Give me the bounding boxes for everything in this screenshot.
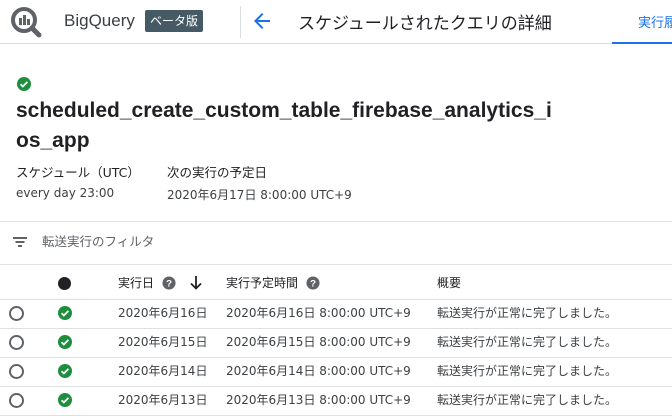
help-icon[interactable]: ? [306, 275, 320, 290]
check-circle-icon [58, 306, 72, 320]
row-select-radio[interactable] [9, 335, 24, 350]
summary-cell: 転送実行が正常に完了しました。 [437, 306, 618, 320]
status-column-icon [58, 277, 71, 290]
schedule-value: every day 23:00 [16, 186, 115, 200]
row-select-radio[interactable] [9, 393, 24, 408]
table-row[interactable]: 2020年6月13日 2020年6月13日 8:00:00 UTC+9 転送実行… [0, 387, 672, 416]
run-date-cell: 2020年6月13日 [118, 393, 208, 407]
page-title: スケジュールされたクエリの詳細 [298, 14, 552, 34]
column-header-run-date-label: 実行日 [118, 276, 155, 290]
table-row[interactable]: 2020年6月16日 2020年6月16日 8:00:00 UTC+9 転送実行… [0, 300, 672, 329]
table-header: 実行日 ? 実行予定時間 ? 概要 [0, 264, 672, 300]
column-header-summary-label: 概要 [437, 276, 462, 290]
check-circle-icon [58, 335, 72, 349]
svg-text:?: ? [310, 278, 316, 289]
bigquery-logo-icon[interactable] [10, 6, 42, 38]
scheduled-time-cell: 2020年6月15日 8:00:00 UTC+9 [226, 335, 411, 349]
run-history-table: 2020年6月16日 2020年6月16日 8:00:00 UTC+9 転送実行… [0, 300, 672, 416]
arrow-downward-icon[interactable] [188, 274, 204, 292]
run-date-cell: 2020年6月14日 [118, 364, 208, 378]
filter-list-icon [13, 237, 27, 247]
row-select-radio[interactable] [9, 364, 24, 379]
section-divider [0, 221, 672, 222]
help-icon[interactable]: ? [162, 275, 176, 290]
tab-run-history[interactable]: 実行履歴 [612, 0, 672, 44]
row-select-radio[interactable] [9, 306, 24, 321]
next-run-label: 次の実行の予定日 [167, 165, 268, 180]
summary-cell: 転送実行が正常に完了しました。 [437, 393, 618, 407]
run-date-cell: 2020年6月16日 [118, 306, 208, 320]
product-name: BigQuery [64, 11, 135, 30]
column-header-summary: 概要 [437, 265, 461, 301]
summary-cell: 転送実行が正常に完了しました。 [437, 335, 618, 349]
scheduled-time-cell: 2020年6月16日 8:00:00 UTC+9 [226, 306, 411, 320]
scheduled-time-cell: 2020年6月13日 8:00:00 UTC+9 [226, 393, 411, 407]
next-run-value: 2020年6月17日 8:00:00 UTC+9 [167, 188, 352, 202]
summary-cell: 転送実行が正常に完了しました。 [437, 364, 618, 378]
header-divider [240, 6, 241, 38]
scheduled-time-cell: 2020年6月14日 8:00:00 UTC+9 [226, 364, 411, 378]
scheduled-query-name: scheduled_create_custom_table_firebase_a… [16, 99, 552, 152]
check-circle-icon [17, 77, 31, 91]
tab-run-history-label: 実行履歴 [638, 16, 672, 31]
run-date-cell: 2020年6月15日 [118, 335, 208, 349]
column-header-scheduled-time-label: 実行予定時間 [226, 276, 299, 290]
column-header-run-date[interactable]: 実行日 ? [118, 265, 176, 301]
check-circle-icon [58, 393, 72, 407]
svg-text:?: ? [166, 278, 172, 289]
arrow-back-icon[interactable] [250, 9, 274, 33]
column-header-scheduled-time[interactable]: 実行予定時間 ? [226, 265, 320, 301]
table-row[interactable]: 2020年6月14日 2020年6月14日 8:00:00 UTC+9 転送実行… [0, 358, 672, 387]
top-bar: BigQuery ベータ版 スケジュールされたクエリの詳細 実行履歴 [0, 0, 672, 44]
run-filter-input[interactable] [36, 229, 336, 253]
beta-badge: ベータ版 [145, 10, 204, 32]
schedule-label: スケジュール（UTC） [16, 165, 140, 180]
table-row[interactable]: 2020年6月15日 2020年6月15日 8:00:00 UTC+9 転送実行… [0, 329, 672, 358]
check-circle-icon [58, 364, 72, 378]
